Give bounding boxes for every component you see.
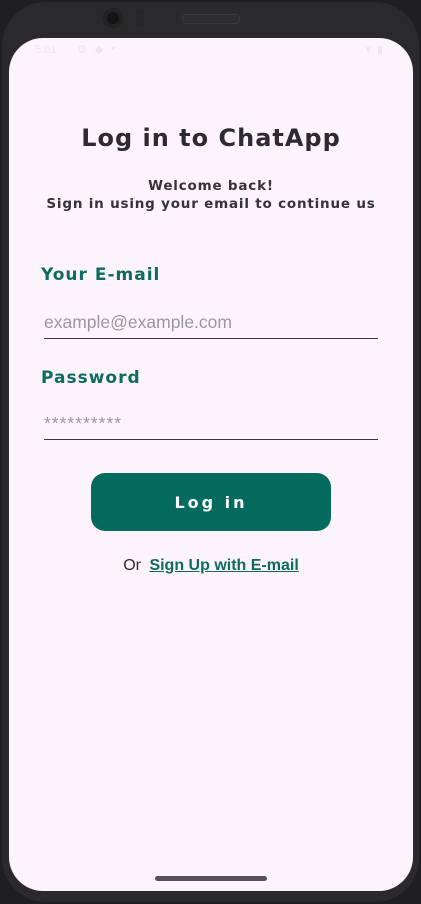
wifi-icon: ▾	[365, 44, 371, 56]
status-time: 5:01	[35, 44, 57, 56]
or-text: Or	[123, 557, 141, 574]
phone-device: 5:01 ⚙ ◆ ▪ ▾ ▮ Log in to ChatApp Welcome…	[0, 0, 421, 904]
subtitle-line-instructions: Sign in using your email to continue us	[46, 196, 376, 212]
password-label: Password	[41, 368, 141, 388]
page-title: Log in to ChatApp	[81, 124, 341, 152]
settings-icon: ⚙	[77, 44, 87, 56]
sensor-bar	[136, 9, 144, 27]
battery-icon: ▮	[376, 44, 383, 56]
signup-row: Or Sign Up with E-mail	[9, 557, 413, 575]
earpiece-speaker	[182, 14, 240, 24]
shield-icon: ◆	[94, 44, 104, 56]
status-bar: 5:01 ⚙ ◆ ▪ ▾ ▮	[9, 38, 413, 62]
app-screen: 5:01 ⚙ ◆ ▪ ▾ ▮ Log in to ChatApp Welcome…	[9, 38, 413, 891]
subtitle-line-welcome: Welcome back!	[148, 178, 274, 194]
front-camera	[103, 8, 123, 28]
status-icons-left: ⚙ ◆ ▪	[77, 43, 115, 56]
page-subtitle: Welcome back! Sign in using your email t…	[9, 177, 413, 213]
signup-link[interactable]: Sign Up with E-mail	[149, 557, 298, 574]
sim-icon: ▪	[111, 43, 116, 55]
status-icons-right: ▾ ▮	[365, 43, 383, 56]
email-label: Your E-mail	[41, 265, 161, 285]
email-field[interactable]	[44, 308, 378, 339]
password-field[interactable]	[44, 409, 378, 440]
login-button[interactable]: Log in	[91, 473, 331, 531]
home-indicator[interactable]	[155, 876, 267, 881]
